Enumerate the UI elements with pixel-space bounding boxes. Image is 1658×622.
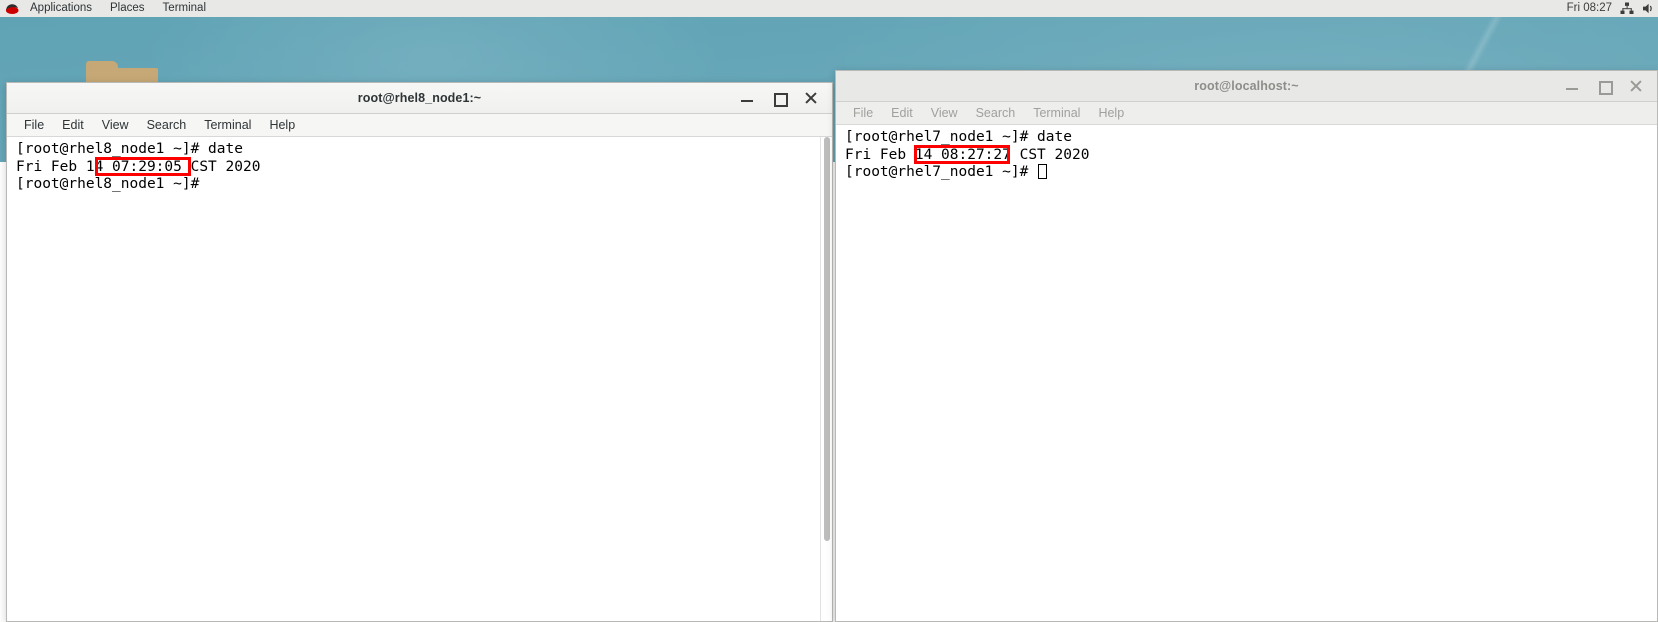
window-title-left: root@rhel8_node1:~ <box>357 91 482 105</box>
menu-file[interactable]: File <box>15 114 53 137</box>
menu-edit[interactable]: Edit <box>53 114 93 137</box>
terminal-output-left[interactable]: [root@rhel8_node1 ~]# date Fri Feb 14 07… <box>7 137 832 621</box>
menubar-right: File Edit View Search Terminal Help <box>836 102 1657 125</box>
minimize-button[interactable] <box>1565 79 1579 93</box>
places-menu[interactable]: Places <box>101 0 154 17</box>
terminal-scrollbar-left[interactable] <box>820 137 832 621</box>
menu-terminal[interactable]: Terminal <box>1024 102 1089 125</box>
panel-right-group: Fri 08:27 <box>1567 0 1658 17</box>
titlebar-right[interactable]: root@localhost:~ <box>836 71 1657 102</box>
menubar-left: File Edit View Search Terminal Help <box>7 114 832 137</box>
maximize-button[interactable] <box>772 91 788 107</box>
window-buttons-right <box>1565 79 1657 95</box>
terminal-line: Fri Feb 14 08:27:27 CST 2020 <box>845 146 1090 163</box>
titlebar-left[interactable]: root@rhel8_node1:~ <box>7 83 832 114</box>
minimize-button[interactable] <box>740 91 754 105</box>
menu-search[interactable]: Search <box>138 114 196 137</box>
menu-help[interactable]: Help <box>260 114 304 137</box>
redhat-logo-icon[interactable] <box>5 2 20 15</box>
close-button[interactable] <box>804 91 818 105</box>
gnome-top-panel: Applications Places Terminal Fri 08:27 <box>0 0 1658 17</box>
terminal-line: [root@rhel7_node1 ~]# date <box>845 129 1072 145</box>
terminal-prompt: [root@rhel7_node1 ~]# <box>845 164 1038 180</box>
terminal-cursor <box>1038 164 1048 179</box>
close-button[interactable] <box>1629 79 1643 93</box>
scrollbar-thumb[interactable] <box>824 137 830 541</box>
menu-help[interactable]: Help <box>1089 102 1133 125</box>
terminal-menu[interactable]: Terminal <box>154 0 215 17</box>
terminal-line: Fri Feb 14 07:29:05 CST 2020 <box>16 158 261 175</box>
menu-search[interactable]: Search <box>967 102 1025 125</box>
volume-icon[interactable] <box>1642 2 1656 15</box>
window-buttons-left <box>740 91 832 107</box>
blog-watermark: https://blog.csdn.net/qq_46089299 <box>1415 601 1652 618</box>
menu-terminal[interactable]: Terminal <box>195 114 260 137</box>
terminal-output-right[interactable]: [root@rhel7_node1 ~]# date Fri Feb 14 08… <box>836 125 1657 621</box>
terminal-window-left[interactable]: root@rhel8_node1:~ File Edit View Search… <box>6 82 833 622</box>
network-icon[interactable] <box>1620 2 1634 15</box>
menu-view[interactable]: View <box>93 114 138 137</box>
window-title-right: root@localhost:~ <box>1194 79 1299 93</box>
terminal-line: [root@rhel8_node1 ~]# date <box>16 141 243 157</box>
applications-menu[interactable]: Applications <box>21 0 101 17</box>
terminal-line: [root@rhel8_node1 ~]# <box>16 176 200 192</box>
terminal-line-with-cursor: [root@rhel7_node1 ~]# <box>845 164 1657 182</box>
panel-left-group: Applications Places Terminal <box>0 0 215 17</box>
clock[interactable]: Fri 08:27 <box>1567 0 1612 17</box>
terminal-window-right[interactable]: root@localhost:~ File Edit View Search T… <box>835 70 1658 622</box>
menu-view[interactable]: View <box>922 102 967 125</box>
menu-file[interactable]: File <box>844 102 882 125</box>
maximize-button[interactable] <box>1597 79 1613 95</box>
menu-edit[interactable]: Edit <box>882 102 922 125</box>
